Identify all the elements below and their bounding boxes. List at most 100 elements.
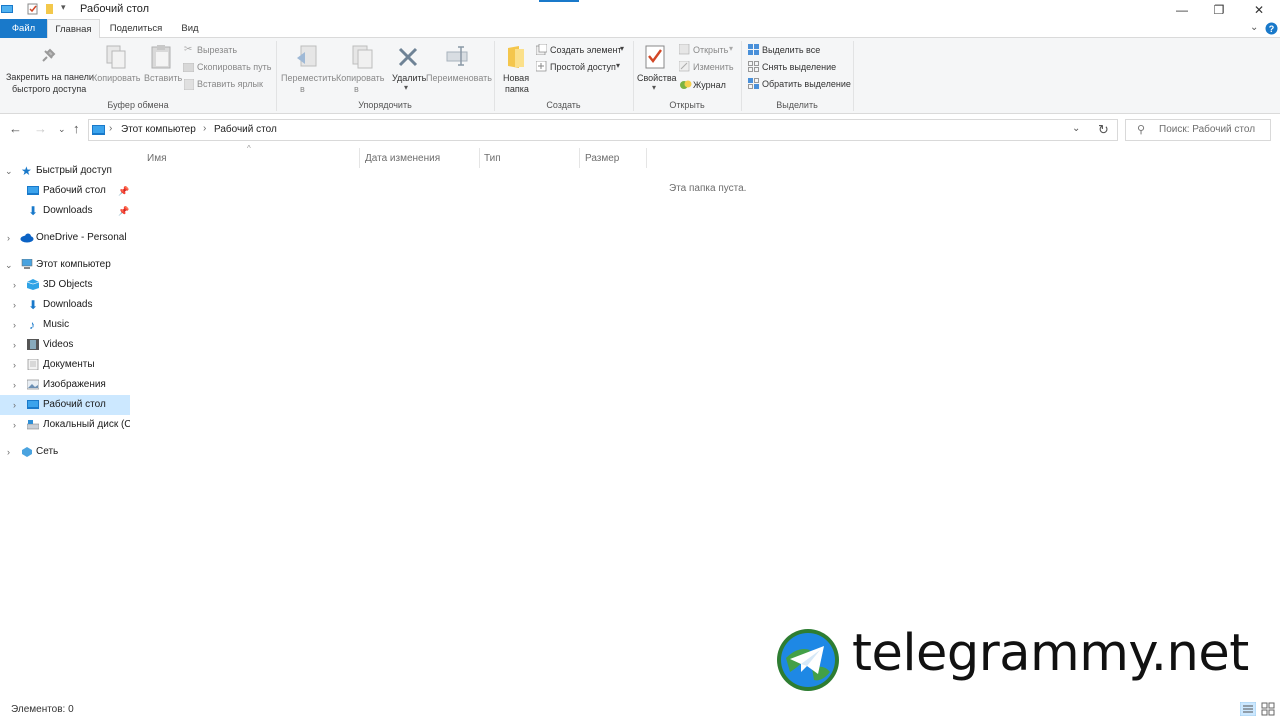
properties-button[interactable]: Свойства [637,73,677,84]
column-date-modified[interactable]: Дата изменения [365,153,440,164]
refresh-icon[interactable]: ↻ [1098,122,1109,138]
chevron-right-icon[interactable]: › [7,442,10,462]
column-divider[interactable] [646,148,647,168]
new-item-button[interactable]: Создать элемент [550,45,622,56]
chevron-right-icon[interactable]: › [13,375,16,395]
new-folder-icon [508,46,524,68]
network-icon [22,447,32,457]
up-arrow-icon[interactable]: ↑ [73,121,80,136]
breadcrumb-this-pc[interactable]: Этот компьютер [121,124,196,135]
forward-arrow-icon[interactable]: → [34,121,47,136]
select-none-button[interactable]: Снять выделение [762,62,836,73]
new-item-dropdown-icon[interactable]: ▾ [620,44,624,53]
desktop-icon [27,186,39,195]
column-divider[interactable] [479,148,480,168]
tree-images[interactable]: › Изображения [0,375,130,395]
chevron-right-icon[interactable]: › [13,415,16,435]
close-button[interactable]: ✕ [1239,0,1279,19]
select-all-button[interactable]: Выделить все [762,45,820,56]
help-icon[interactable]: ? [1265,22,1278,35]
quick-access-dropdown-icon[interactable]: ▾ [61,2,66,13]
pin-label-2[interactable]: быстрого доступа [12,84,86,95]
copy-path-button[interactable]: Скопировать путь [197,62,271,73]
recent-locations-icon[interactable]: ⌄ [58,124,66,135]
tree-qa-downloads[interactable]: ⬇ Downloads 📌 [0,201,130,221]
tree-local-disk[interactable]: › Локальный диск (C [0,415,130,435]
copy-to-button[interactable]: Копировать [336,73,384,84]
tree-desktop[interactable]: › Рабочий стол [0,395,130,415]
tab-view[interactable]: Вид [175,19,205,38]
tree-3d-objects[interactable]: › 3D Objects [0,275,130,295]
tree-label: Сеть [36,446,59,457]
tree-videos[interactable]: › Videos [0,335,130,355]
collapse-ribbon-icon[interactable]: ⌄ [1250,22,1258,33]
tree-downloads[interactable]: › ⬇ Downloads [0,295,130,315]
chevron-right-icon[interactable]: › [13,335,16,355]
new-folder-button[interactable]: Новая [503,73,529,84]
group-separator [853,41,854,111]
back-arrow-icon[interactable]: ← [9,121,22,136]
title-accent [539,0,579,2]
properties-dropdown-icon[interactable]: ▾ [652,83,656,92]
pin-label-1[interactable]: Закрепить на панели [6,72,94,83]
open-button[interactable]: Открыть [693,45,728,56]
star-icon: ★ [21,164,32,178]
column-divider[interactable] [579,148,580,168]
column-name[interactable]: Имя [147,153,166,164]
chevron-right-icon[interactable]: › [13,295,16,315]
delete-button[interactable]: Удалить [392,73,426,84]
tree-documents[interactable]: › Документы [0,355,130,375]
tree-onedrive[interactable]: › OneDrive - Personal [0,228,130,248]
chevron-right-icon[interactable]: › [13,395,16,415]
tree-label: 3D Objects [43,279,93,290]
column-type[interactable]: Тип [484,153,501,164]
details-view-icon[interactable] [1240,702,1256,716]
open-dropdown-icon[interactable]: ▾ [729,44,733,53]
tree-label: Изображения [43,379,106,390]
pin-icon[interactable]: 📌 [118,201,129,221]
chevron-right-icon[interactable]: › [13,315,16,335]
tree-label: Документы [43,359,95,370]
tab-share[interactable]: Поделиться [105,19,167,38]
history-button[interactable]: Журнал [693,80,726,91]
paste-icon [151,45,171,69]
chevron-down-icon[interactable]: ⌄ [5,161,13,181]
delete-dropdown-icon[interactable]: ▾ [404,83,408,92]
tab-file[interactable]: Файл [0,19,47,38]
chevron-right-icon[interactable]: › [13,355,16,375]
column-size[interactable]: Размер [585,153,619,164]
tree-this-pc[interactable]: ⌄ Этот компьютер [0,255,130,275]
chevron-right-icon[interactable]: › [7,228,10,248]
paste-button[interactable]: Вставить [144,73,182,84]
column-divider[interactable] [359,148,360,168]
easy-access-button[interactable]: Простой доступ [550,62,616,73]
telegram-globe-icon [777,629,839,691]
tree-quick-access[interactable]: ⌄ ★ Быстрый доступ [0,161,130,181]
easy-access-dropdown-icon[interactable]: ▾ [616,61,620,70]
pin-icon[interactable]: 📌 [118,181,129,201]
move-to-button[interactable]: Переместить [281,73,336,84]
tab-home[interactable]: Главная [47,19,100,39]
edit-button[interactable]: Изменить [693,62,734,73]
properties-quick-icon[interactable] [27,3,39,15]
minimize-button[interactable]: — [1162,0,1202,19]
invert-selection-button[interactable]: Обратить выделение [762,79,851,90]
chevron-down-icon[interactable]: ⌄ [5,255,13,275]
tree-label: Локальный диск (C [43,419,130,430]
chevron-right-icon[interactable]: › [13,275,16,295]
new-folder-quick-icon[interactable] [44,3,56,15]
tree-music[interactable]: › ♪ Music [0,315,130,335]
breadcrumb-desktop[interactable]: Рабочий стол [214,124,277,135]
address-dropdown-icon[interactable]: ⌄ [1072,123,1080,134]
search-box[interactable]: ⚲ Поиск: Рабочий стол [1125,119,1271,141]
rename-button[interactable]: Переименовать [426,73,492,84]
tree-network[interactable]: › Сеть [0,442,130,462]
address-bar[interactable]: › Этот компьютер › Рабочий стол ⌄ [88,119,1118,141]
restore-button[interactable]: ❐ [1199,0,1239,19]
copy-button[interactable]: Копировать [92,73,140,84]
tree-qa-desktop[interactable]: Рабочий стол 📌 [0,181,130,201]
paste-shortcut-button[interactable]: Вставить ярлык [197,79,263,90]
cut-button[interactable]: Вырезать [197,45,237,56]
copy-path-icon [183,63,194,72]
large-icons-view-icon[interactable] [1261,702,1275,716]
